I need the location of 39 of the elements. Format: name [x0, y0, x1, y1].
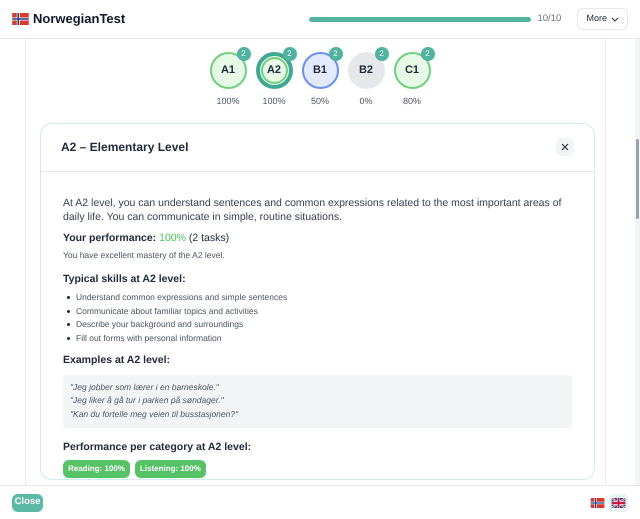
level-percent: 80% [402, 95, 421, 108]
performance-note: You have excellent mastery of the A2 level. [63, 249, 226, 262]
count-badge: 2 [374, 47, 388, 61]
close-icon[interactable] [556, 138, 574, 156]
category-tag: Reading: 100% [63, 460, 130, 478]
skill-item: Fill out forms with personal information [76, 332, 222, 345]
count-badge: 2 [420, 47, 434, 61]
bullet-icon [67, 310, 70, 313]
flag-icon [12, 13, 29, 25]
performance-summary: Your performance: 100% (2 tasks) [63, 230, 230, 246]
bullet-icon [67, 323, 70, 326]
bullet-icon [67, 296, 70, 300]
count-badge: 2 [282, 47, 296, 61]
language-button[interactable] [609, 494, 628, 512]
flag-icon [590, 498, 605, 508]
level-percent: 100% [216, 95, 240, 108]
example-sentence: "Jeg liker å gå tur i parken på søndager." [70, 394, 225, 408]
count-badge: 2 [328, 47, 342, 61]
flag-icon [611, 498, 626, 508]
bullet-icon [67, 336, 70, 340]
card-title: A2 – Elementary Level [61, 139, 190, 156]
section-heading: Typical skills at A2 level: [63, 272, 187, 287]
level-percent: 0% [359, 95, 372, 108]
count-badge: 2 [236, 47, 250, 61]
chevron-icon [611, 16, 619, 22]
progress-count: 10/10 [537, 12, 562, 26]
section-heading: Performance per category at A2 level: [63, 440, 252, 455]
skill-item: Understand common expressions and simple sentences [76, 291, 288, 304]
category-tag: Listening: 100% [134, 460, 206, 478]
level-percent: 100% [262, 95, 286, 108]
skill-item: Describe your background and surroundings [76, 318, 244, 332]
skill-item: Communicate about familiar topics and activities [76, 304, 258, 318]
example-sentence: "Jeg jobber som lærer i en barneskole." [70, 380, 220, 394]
section-heading: Examples at A2 level: [63, 353, 171, 368]
more-button[interactable]: More [577, 8, 628, 30]
level-percent: 50% [310, 95, 329, 108]
description: At A2 level, you can understand sentences and common expressions related to the most important areas of daily life. You can communicate in simple, routine situations. [63, 196, 562, 224]
example-sentence: "Kan du fortelle meg veien til busstasjonen?" [70, 408, 240, 422]
brand-name: NorwegianTest [33, 10, 126, 28]
